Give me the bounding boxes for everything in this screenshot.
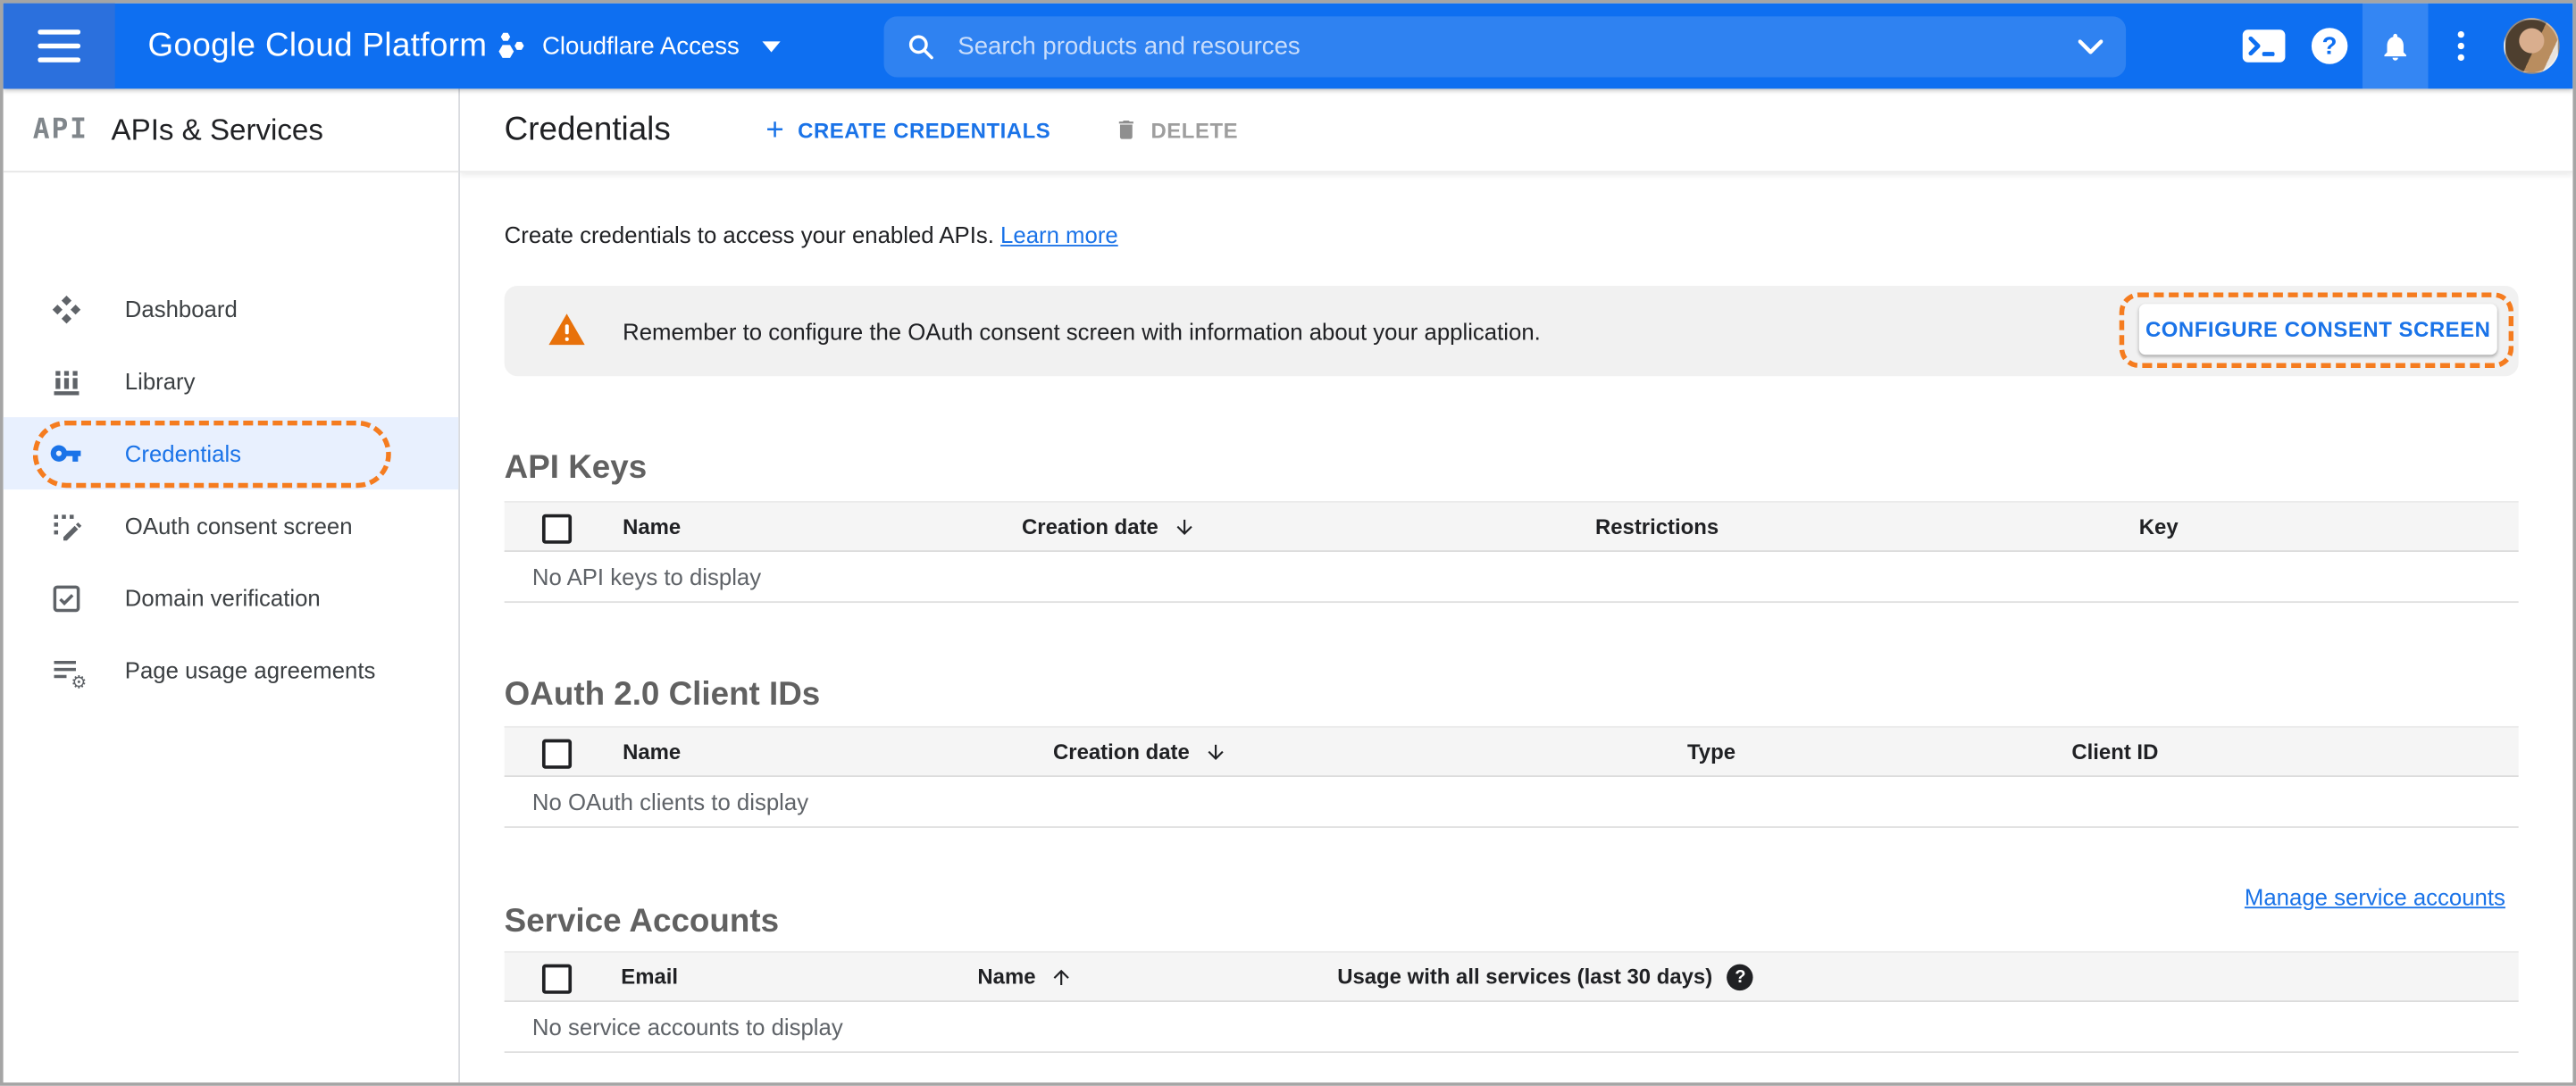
sidebar-item-domain-verification[interactable]: Domain verification	[4, 562, 458, 634]
column-usage[interactable]: Usage with all services (last 30 days) ?	[1337, 953, 1754, 1000]
column-key[interactable]: Key	[2139, 503, 2179, 550]
service-accounts-empty-state: No service accounts to display	[504, 1002, 2519, 1053]
delete-button[interactable]: DELETE	[1113, 117, 1238, 143]
column-label: Creation date	[1052, 739, 1190, 764]
sidebar-item-label: Dashboard	[124, 296, 238, 322]
notifications-button[interactable]	[2362, 3, 2429, 89]
sidebar-item-label: Library	[124, 368, 196, 395]
cloud-shell-icon	[2242, 29, 2286, 63]
menu-button[interactable]	[3, 3, 115, 89]
page-header: Credentials + CREATE CREDENTIALS DELETE	[460, 88, 2573, 173]
column-client-id[interactable]: Client ID	[2071, 728, 2158, 775]
help-button[interactable]: ?	[2296, 4, 2363, 89]
search-expand-chevron-icon[interactable]	[2078, 39, 2103, 54]
usage-help-icon[interactable]: ?	[1727, 963, 1754, 990]
app-window: Google Cloud Platform Cloudflare Access	[0, 0, 2576, 1086]
configure-consent-screen-button[interactable]: CONFIGURE CONSENT SCREEN	[2138, 304, 2497, 355]
sidebar-header: API APIs & Services	[3, 88, 459, 173]
hamburger-icon	[38, 29, 81, 63]
sort-desc-arrow-icon	[1176, 518, 1192, 535]
bell-icon	[2384, 32, 2406, 60]
sort-desc-arrow-icon	[1208, 743, 1224, 760]
key-icon	[49, 437, 82, 470]
sidebar-item-dashboard[interactable]: Dashboard	[4, 272, 458, 345]
service-accounts-table-header: Email Name Usage with all services (last…	[504, 950, 2519, 1002]
search-icon	[908, 35, 933, 60]
manage-service-accounts-link[interactable]: Manage service accounts	[2245, 884, 2505, 910]
column-email[interactable]: Email	[621, 953, 678, 1000]
library-icon	[49, 364, 82, 397]
create-credentials-button[interactable]: + CREATE CREDENTIALS	[765, 114, 1050, 146]
warning-icon	[548, 313, 585, 346]
more-options-button[interactable]	[2428, 4, 2494, 89]
sidebar: API APIs & Services Dashboard Library Cr…	[3, 88, 461, 1083]
create-credentials-label: CREATE CREDENTIALS	[798, 117, 1051, 143]
page-title: Credentials	[504, 111, 671, 147]
oauth-clients-title: OAuth 2.0 Client IDs	[504, 676, 821, 713]
select-all-checkbox[interactable]	[541, 739, 573, 769]
page-usage-icon: ⚙	[49, 654, 87, 693]
dashboard-icon	[49, 292, 82, 325]
product-logo[interactable]: Google Cloud Platform	[148, 4, 488, 89]
column-label: Usage with all services (last 30 days)	[1337, 964, 1713, 990]
consent-icon	[49, 509, 82, 542]
sidebar-item-library[interactable]: Library	[4, 345, 458, 417]
gear-icon: ⚙	[71, 673, 88, 694]
search-bar[interactable]	[883, 16, 2127, 78]
select-all-checkbox[interactable]	[541, 964, 573, 994]
topbar: Google Cloud Platform Cloudflare Access	[3, 3, 2573, 89]
sort-asc-arrow-icon	[1054, 968, 1070, 985]
api-keys-empty-state: No API keys to display	[504, 552, 2519, 604]
column-name[interactable]: Name	[623, 503, 681, 550]
main-content: Create credentials to access your enable…	[460, 171, 2573, 1083]
sidebar-item-page-usage-agreements[interactable]: ⚙ Page usage agreements	[4, 634, 458, 706]
sidebar-nav: Dashboard Library Credentials OAuth cons…	[3, 272, 459, 706]
search-input[interactable]	[954, 30, 2078, 63]
consent-warning-banner: Remember to configure the OAuth consent …	[504, 286, 2519, 377]
sidebar-item-label: OAuth consent screen	[124, 512, 353, 539]
project-hexagons-icon	[498, 31, 524, 58]
delete-label: DELETE	[1150, 117, 1239, 143]
domain-verification-icon	[49, 581, 82, 614]
intro-sentence: Create credentials to access your enable…	[504, 221, 1001, 248]
api-keys-title: API Keys	[504, 449, 648, 486]
column-creation-date[interactable]: Creation date	[1022, 503, 1196, 550]
plus-icon: +	[765, 112, 785, 147]
sidebar-item-label: Credentials	[124, 439, 242, 467]
sidebar-title: APIs & Services	[111, 112, 323, 146]
kebab-icon	[2457, 30, 2464, 62]
column-restrictions[interactable]: Restrictions	[1595, 503, 1719, 550]
cloud-shell-button[interactable]	[2231, 4, 2297, 89]
column-label: Name	[977, 964, 1036, 990]
column-name[interactable]: Name	[977, 953, 1073, 1000]
banner-message: Remember to configure the OAuth consent …	[623, 317, 1541, 345]
column-type[interactable]: Type	[1687, 728, 1735, 775]
service-accounts-title: Service Accounts	[504, 902, 780, 940]
column-creation-date[interactable]: Creation date	[1053, 728, 1227, 775]
api-keys-table-header: Name Creation date Restrictions Key	[504, 500, 2519, 553]
project-name: Cloudflare Access	[541, 31, 740, 61]
help-icon: ?	[2311, 28, 2348, 64]
account-avatar[interactable]	[2504, 18, 2560, 74]
select-all-checkbox[interactable]	[541, 514, 573, 544]
product-logo-text: Google Cloud Platform	[147, 27, 488, 63]
caret-down-icon	[762, 40, 781, 52]
sidebar-item-label: Page usage agreements	[124, 656, 376, 684]
oauth-clients-table-header: Name Creation date Type Client ID	[504, 725, 2519, 777]
sidebar-item-label: Domain verification	[124, 584, 321, 612]
project-selector[interactable]: Cloudflare Access	[496, 4, 781, 89]
sidebar-item-oauth-consent-screen[interactable]: OAuth consent screen	[4, 489, 458, 562]
column-name[interactable]: Name	[623, 728, 681, 775]
api-logo-icon: API	[32, 113, 88, 146]
learn-more-link[interactable]: Learn more	[1000, 221, 1118, 247]
column-label: Creation date	[1022, 514, 1158, 539]
trash-icon	[1117, 120, 1133, 139]
sidebar-item-credentials[interactable]: Credentials	[3, 417, 459, 490]
intro-text: Create credentials to access your enable…	[505, 221, 1118, 247]
oauth-clients-empty-state: No OAuth clients to display	[504, 777, 2519, 829]
topbar-actions: ?	[2231, 3, 2560, 89]
